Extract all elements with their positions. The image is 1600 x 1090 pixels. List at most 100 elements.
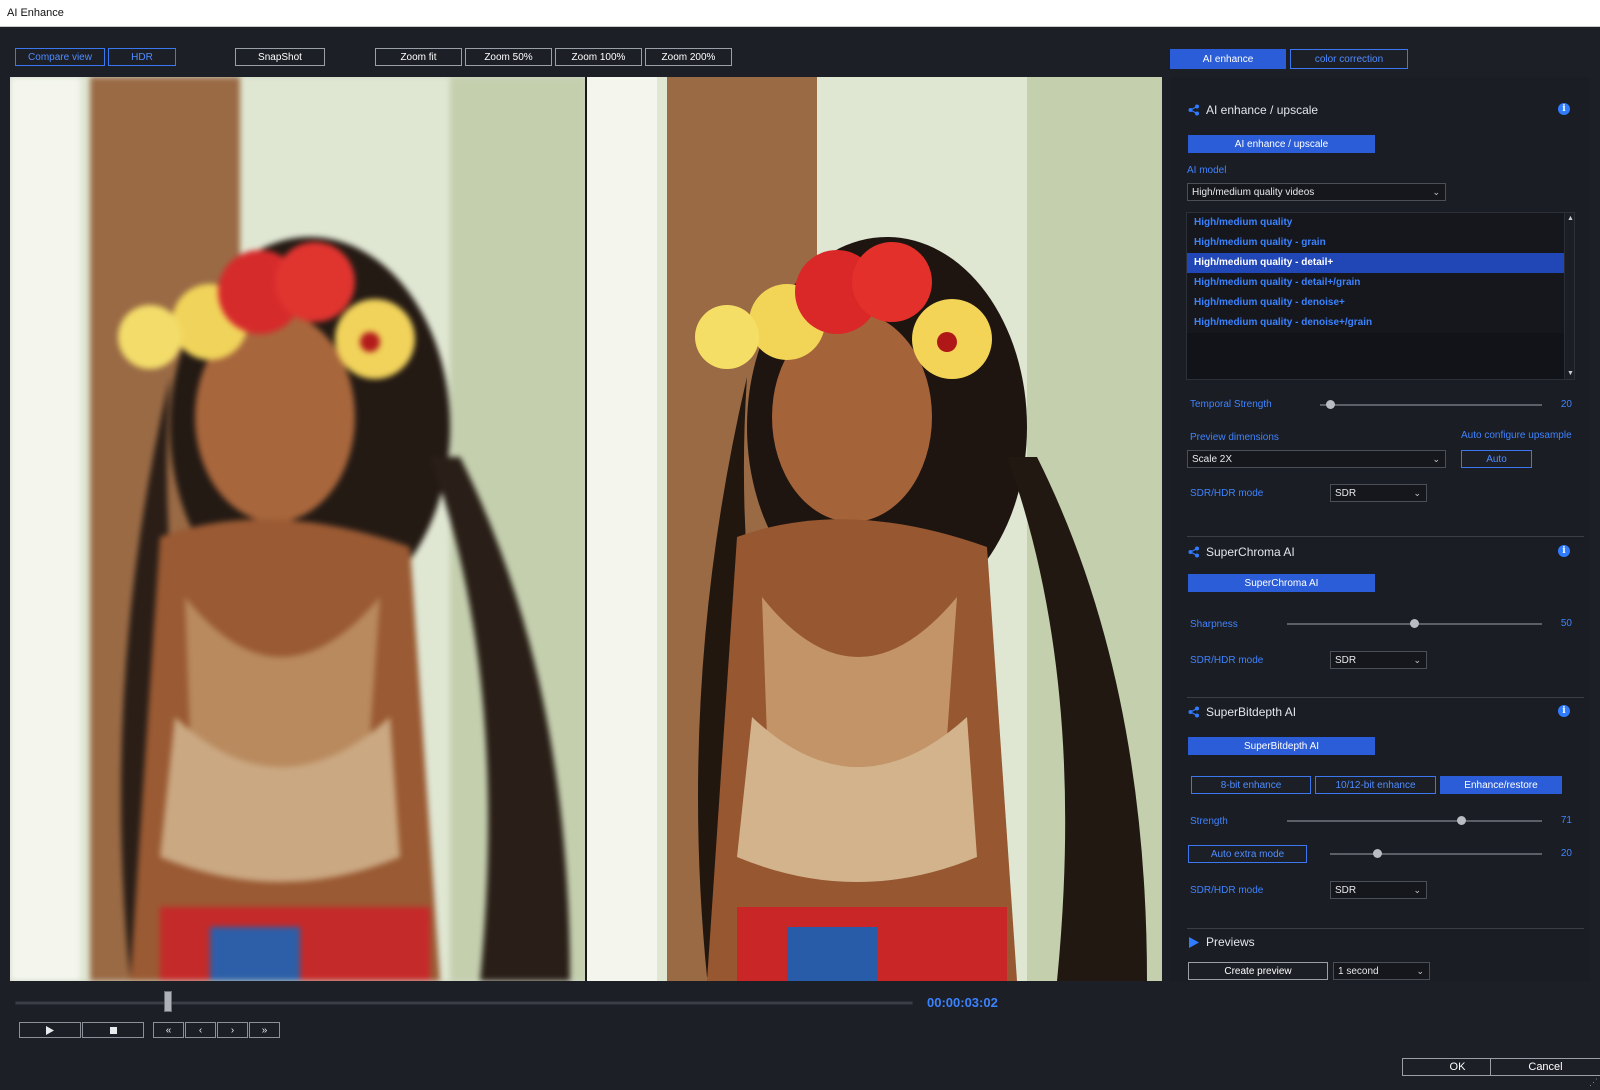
- ai-model-value: High/medium quality videos: [1192, 187, 1315, 198]
- preview-viewer[interactable]: [10, 77, 1162, 981]
- extra-mode-slider[interactable]: [1330, 849, 1542, 858]
- compare-view-button[interactable]: Compare view: [15, 48, 105, 66]
- compare-split-handle[interactable]: [585, 77, 587, 981]
- superbitdepth-toggle-button[interactable]: SuperBitdepth AI: [1188, 737, 1375, 755]
- ai-enhance-toggle-button[interactable]: AI enhance / upscale: [1188, 135, 1375, 153]
- mode-1012bit-enhance-button[interactable]: 10/12-bit enhance: [1315, 776, 1436, 794]
- chevron-down-icon: ⌄: [1416, 966, 1424, 976]
- preview-dimensions-select[interactable]: Scale 2X ⌄: [1187, 450, 1446, 468]
- timeline-track[interactable]: [15, 1001, 913, 1005]
- stop-icon: [109, 1026, 117, 1034]
- ai-enhance-section-title: AI enhance / upscale: [1206, 103, 1319, 117]
- ai-model-list-item[interactable]: High/medium quality - denoise+: [1187, 293, 1574, 313]
- section-divider: [1187, 697, 1584, 698]
- info-icon[interactable]: i: [1558, 705, 1570, 717]
- first-frame-button[interactable]: «: [153, 1022, 184, 1038]
- ai-model-list-item[interactable]: High/medium quality - detail+/grain: [1187, 273, 1574, 293]
- sharpness-label: Sharpness: [1190, 619, 1238, 630]
- previews-section-header[interactable]: Previews: [1188, 935, 1255, 949]
- play-triangle-icon: [1189, 936, 1199, 948]
- superchroma-toggle-button[interactable]: SuperChroma AI: [1188, 574, 1375, 592]
- temporal-strength-label: Temporal Strength: [1190, 399, 1272, 410]
- ai-model-list-item[interactable]: High/medium quality: [1187, 213, 1574, 233]
- sdr-hdr-mode-value: SDR: [1335, 885, 1357, 896]
- temporal-strength-slider[interactable]: [1320, 400, 1542, 409]
- auto-extra-mode-button[interactable]: Auto extra mode: [1188, 845, 1307, 863]
- ai-model-list-item[interactable]: High/medium quality - denoise+/grain: [1187, 313, 1574, 333]
- superchroma-section-header[interactable]: SuperChroma AI: [1188, 545, 1295, 559]
- zoom-200-button[interactable]: Zoom 200%: [645, 48, 732, 66]
- chevron-down-icon: ⌄: [1432, 454, 1440, 464]
- superbitdepth-section-header[interactable]: SuperBitdepth AI: [1188, 705, 1296, 719]
- scroll-down-icon[interactable]: ▼: [1567, 370, 1574, 377]
- ai-enhance-section-header[interactable]: AI enhance / upscale: [1188, 103, 1318, 117]
- stop-button[interactable]: [82, 1022, 144, 1038]
- chevron-down-icon: ⌄: [1413, 655, 1421, 665]
- previews-section-title: Previews: [1206, 935, 1255, 949]
- section-divider: [1187, 928, 1584, 929]
- window-title: AI Enhance: [0, 0, 1600, 27]
- hdr-button[interactable]: HDR: [108, 48, 176, 66]
- create-preview-button[interactable]: Create preview: [1188, 962, 1328, 980]
- zoom-fit-button[interactable]: Zoom fit: [375, 48, 462, 66]
- cancel-button[interactable]: Cancel: [1490, 1058, 1600, 1076]
- mode-8bit-enhance-button[interactable]: 8-bit enhance: [1191, 776, 1311, 794]
- strength-slider[interactable]: [1287, 816, 1542, 825]
- section-divider: [1187, 536, 1584, 537]
- chevron-down-icon: ⌄: [1413, 885, 1421, 895]
- sdr-hdr-mode-label: SDR/HDR mode: [1190, 488, 1264, 499]
- preview-duration-value: 1 second: [1338, 966, 1379, 977]
- sharpness-slider[interactable]: [1287, 619, 1542, 628]
- sdr-hdr-mode-select[interactable]: SDR ⌄: [1330, 881, 1427, 899]
- slider-knob[interactable]: [1373, 849, 1382, 858]
- superchroma-section-title: SuperChroma AI: [1206, 545, 1295, 559]
- auto-configure-upsample-label: Auto configure upsample: [1461, 430, 1572, 441]
- preview-dimensions-value: Scale 2X: [1192, 454, 1233, 465]
- scroll-up-icon[interactable]: ▲: [1567, 215, 1574, 222]
- share-icon: [1188, 104, 1199, 116]
- tab-ai-enhance[interactable]: AI enhance: [1170, 49, 1286, 69]
- previous-frame-button[interactable]: ‹: [185, 1022, 216, 1038]
- ai-model-select[interactable]: High/medium quality videos ⌄: [1187, 183, 1446, 201]
- mode-enhance-restore-button[interactable]: Enhance/restore: [1440, 776, 1562, 794]
- slider-knob[interactable]: [1410, 619, 1419, 628]
- play-button[interactable]: [19, 1022, 81, 1038]
- zoom-100-button[interactable]: Zoom 100%: [555, 48, 642, 66]
- preview-duration-select[interactable]: 1 second ⌄: [1333, 962, 1430, 980]
- slider-knob[interactable]: [1457, 816, 1466, 825]
- share-icon: [1188, 706, 1199, 718]
- auto-button[interactable]: Auto: [1461, 450, 1532, 468]
- sdr-hdr-mode-label: SDR/HDR mode: [1190, 655, 1264, 666]
- ai-model-label: AI model: [1187, 165, 1227, 176]
- resize-grip-icon[interactable]: ⋰: [1589, 1077, 1598, 1088]
- timecode: 00:00:03:02: [927, 995, 998, 1010]
- timeline-scrubber[interactable]: [164, 991, 172, 1012]
- zoom-50-button[interactable]: Zoom 50%: [465, 48, 552, 66]
- ai-model-list[interactable]: High/medium quality High/medium quality -…: [1186, 212, 1575, 380]
- enhanced-preview-image: [587, 77, 1162, 981]
- info-icon[interactable]: i: [1558, 545, 1570, 557]
- chevron-down-icon: ⌄: [1432, 187, 1440, 197]
- tab-color-correction[interactable]: color correction: [1290, 49, 1408, 69]
- last-frame-button[interactable]: »: [249, 1022, 280, 1038]
- snapshot-button[interactable]: SnapShot: [235, 48, 325, 66]
- sdr-hdr-mode-select[interactable]: SDR ⌄: [1330, 484, 1427, 502]
- superbitdepth-section-title: SuperBitdepth AI: [1206, 705, 1297, 719]
- temporal-strength-value: 20: [1560, 399, 1572, 410]
- sharpness-value: 50: [1560, 618, 1572, 629]
- extra-mode-value: 20: [1560, 848, 1572, 859]
- sdr-hdr-mode-select[interactable]: SDR ⌄: [1330, 651, 1427, 669]
- next-frame-button[interactable]: ›: [217, 1022, 248, 1038]
- info-icon[interactable]: i: [1558, 103, 1570, 115]
- ai-model-list-item[interactable]: High/medium quality - grain: [1187, 233, 1574, 253]
- slider-knob[interactable]: [1326, 400, 1335, 409]
- preview-dimensions-label: Preview dimensions: [1190, 432, 1279, 443]
- sdr-hdr-mode-value: SDR: [1335, 655, 1357, 666]
- share-icon: [1188, 546, 1199, 558]
- sdr-hdr-mode-label: SDR/HDR mode: [1190, 885, 1264, 896]
- play-icon: [46, 1025, 54, 1035]
- chevron-down-icon: ⌄: [1413, 488, 1421, 498]
- strength-value: 71: [1560, 815, 1572, 826]
- model-list-scrollbar[interactable]: ▲ ▼: [1564, 213, 1574, 379]
- ai-model-list-item[interactable]: High/medium quality - detail+: [1187, 253, 1574, 273]
